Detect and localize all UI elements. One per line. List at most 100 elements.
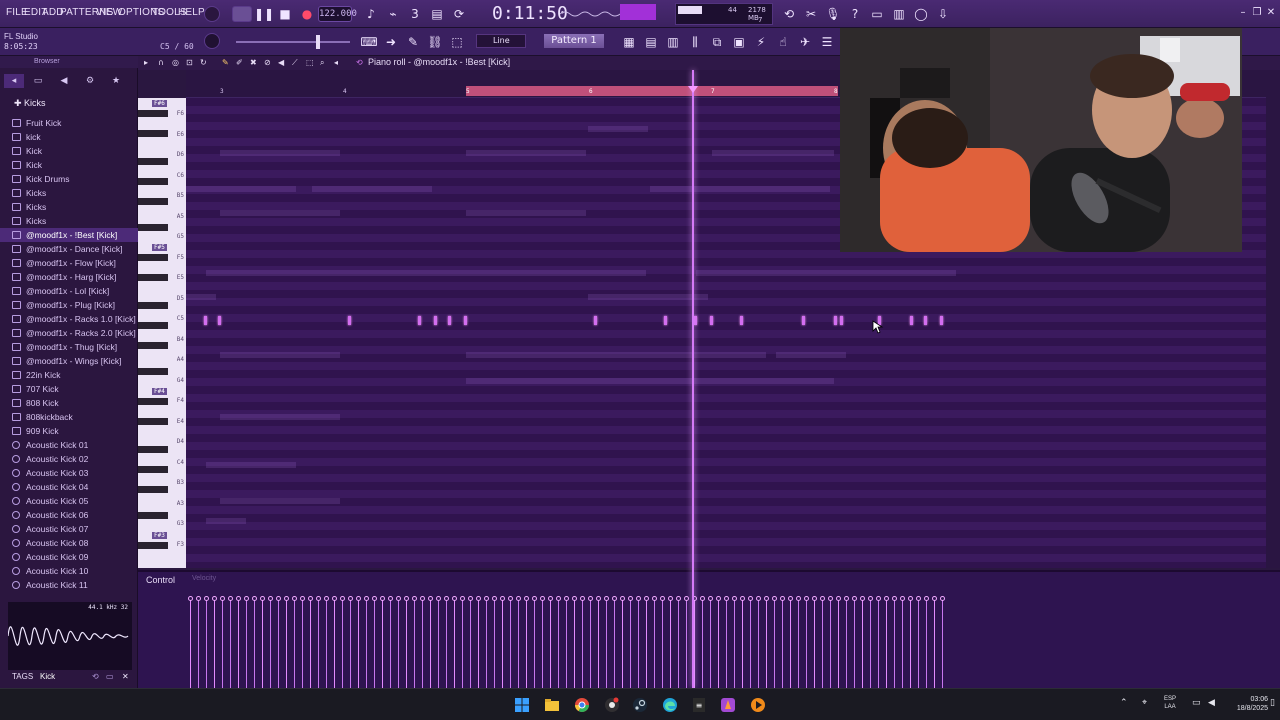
velocity-handle[interactable] (564, 596, 569, 601)
velocity-handle[interactable] (300, 596, 305, 601)
velocity-handle[interactable] (548, 596, 553, 601)
velocity-bar[interactable] (806, 600, 807, 688)
velocity-bar[interactable] (246, 600, 247, 688)
keyboard-language[interactable]: ESP LAA (1164, 695, 1176, 711)
velocity-bar[interactable] (502, 600, 503, 688)
browser-item[interactable]: Kick (0, 144, 138, 158)
velocity-bar[interactable] (774, 600, 775, 688)
velocity-bar[interactable] (934, 600, 935, 688)
browser-item[interactable]: @moodf1x - Plug [Kick] (0, 298, 138, 312)
note[interactable] (910, 316, 913, 325)
velocity-bar[interactable] (214, 600, 215, 688)
control-label[interactable]: Control (146, 575, 175, 585)
velocity-bar[interactable] (550, 600, 551, 688)
step-edit-icon[interactable]: ▤ (428, 5, 446, 23)
velocity-handle[interactable] (332, 596, 337, 601)
browser-item[interactable]: @moodf1x - Harg [Kick] (0, 270, 138, 284)
velocity-bar[interactable] (718, 600, 719, 688)
velocity-handle[interactable] (932, 596, 937, 601)
browser-files-icon[interactable]: ▭ (28, 74, 48, 88)
velocity-handle[interactable] (436, 596, 441, 601)
vertical-scrollbar[interactable] (1266, 70, 1280, 568)
slip-tool-icon[interactable]: ◀ (278, 58, 284, 67)
velocity-bar[interactable] (382, 600, 383, 688)
velocity-bar[interactable] (790, 600, 791, 688)
browser-item[interactable]: Acoustic Kick 11 (0, 578, 138, 592)
stretch-icon[interactable]: ↻ (200, 58, 207, 67)
velocity-handle[interactable] (556, 596, 561, 601)
velocity-handle[interactable] (292, 596, 297, 601)
tag-kick[interactable]: Kick (40, 672, 55, 681)
velocity-handle[interactable] (628, 596, 633, 601)
velocity-handle[interactable] (516, 596, 521, 601)
velocity-bar[interactable] (350, 600, 351, 688)
velocity-bar[interactable] (918, 600, 919, 688)
velocity-bar[interactable] (414, 600, 415, 688)
tray-chevron-icon[interactable]: ⌃ (1120, 698, 1128, 708)
microphone-icon[interactable]: 🎙 (824, 5, 842, 23)
velocity-bar[interactable] (622, 600, 623, 688)
select-tool-icon[interactable]: ⬚ (306, 58, 314, 67)
browser-item[interactable]: Kicks (0, 186, 138, 200)
browser-item[interactable]: Acoustic Kick 02 (0, 452, 138, 466)
tag-clear-icon[interactable]: ✕ (122, 672, 129, 681)
velocity-handle[interactable] (388, 596, 393, 601)
velocity-bar[interactable] (366, 600, 367, 688)
browser-item[interactable]: Kicks (0, 200, 138, 214)
velocity-handle[interactable] (612, 596, 617, 601)
black-key[interactable] (138, 224, 168, 231)
tray-network-icon[interactable]: ▭ (1192, 698, 1201, 708)
velocity-handle[interactable] (212, 596, 217, 601)
browser-item[interactable]: 909 Kick (0, 424, 138, 438)
browser-back-icon[interactable]: ◀ (54, 74, 74, 88)
black-key[interactable] (138, 110, 168, 117)
velocity-handle[interactable] (868, 596, 873, 601)
browser-item[interactable]: @moodf1x - Dance [Kick] (0, 242, 138, 256)
velocity-handle[interactable] (420, 596, 425, 601)
velocity-bar[interactable] (710, 600, 711, 688)
stamp-icon[interactable]: ⬚ (448, 33, 466, 51)
velocity-bar[interactable] (582, 600, 583, 688)
note[interactable] (694, 316, 697, 325)
browser-settings-icon[interactable]: ⚙ (80, 74, 100, 88)
chrome-icon[interactable] (574, 697, 590, 713)
velocity-handle[interactable] (684, 596, 689, 601)
windows-start-icon[interactable] (514, 697, 530, 713)
black-key[interactable] (138, 342, 168, 349)
velocity-bar[interactable] (766, 600, 767, 688)
velocity-bar[interactable] (526, 600, 527, 688)
browser-item[interactable]: @moodf1x - Racks 1.0 [Kick] (0, 312, 138, 326)
velocity-bar[interactable] (310, 600, 311, 688)
velocity-handle[interactable] (500, 596, 505, 601)
black-key[interactable] (138, 446, 168, 453)
velocity-handle[interactable] (580, 596, 585, 601)
draw-tool-icon[interactable]: ✎ (222, 58, 229, 67)
save-icon[interactable]: ▭ (868, 5, 886, 23)
velocity-handle[interactable] (636, 596, 641, 601)
browser-item[interactable]: 707 Kick (0, 382, 138, 396)
cut-icon[interactable]: ✂ (802, 5, 820, 23)
stamp-tool-icon[interactable]: ⊡ (186, 58, 193, 67)
velocity-bar[interactable] (742, 600, 743, 688)
velocity-handle[interactable] (852, 596, 857, 601)
velocity-handle[interactable] (452, 596, 457, 601)
piano-roll-icon[interactable]: ▥ (664, 33, 682, 51)
velocity-handle[interactable] (596, 596, 601, 601)
browser-item[interactable]: Acoustic Kick 05 (0, 494, 138, 508)
velocity-bar[interactable] (590, 600, 591, 688)
velocity-bar[interactable] (254, 600, 255, 688)
control-target[interactable]: Velocity (192, 575, 216, 582)
link-icon[interactable]: ⛓ (426, 33, 444, 51)
velocity-bar[interactable] (838, 600, 839, 688)
velocity-bar[interactable] (646, 600, 647, 688)
velocity-handle[interactable] (508, 596, 513, 601)
piano-keyboard[interactable]: F6 E6 D6 C6 B5 A5 G5 F5 E5 D5 C5 B4 A4 G4 F4 E4 D4 C4 B3 A3… (138, 98, 186, 568)
headphone-icon[interactable]: ◎ (172, 58, 179, 67)
velocity-bar[interactable] (854, 600, 855, 688)
browser-item[interactable]: @moodf1x - !Best [Kick] (0, 228, 138, 242)
note[interactable] (464, 316, 467, 325)
velocity-bar[interactable] (534, 600, 535, 688)
system-clock[interactable]: 03:06 18/8/2025 (1226, 695, 1268, 713)
velocity-handle[interactable] (724, 596, 729, 601)
velocity-bar[interactable] (358, 600, 359, 688)
